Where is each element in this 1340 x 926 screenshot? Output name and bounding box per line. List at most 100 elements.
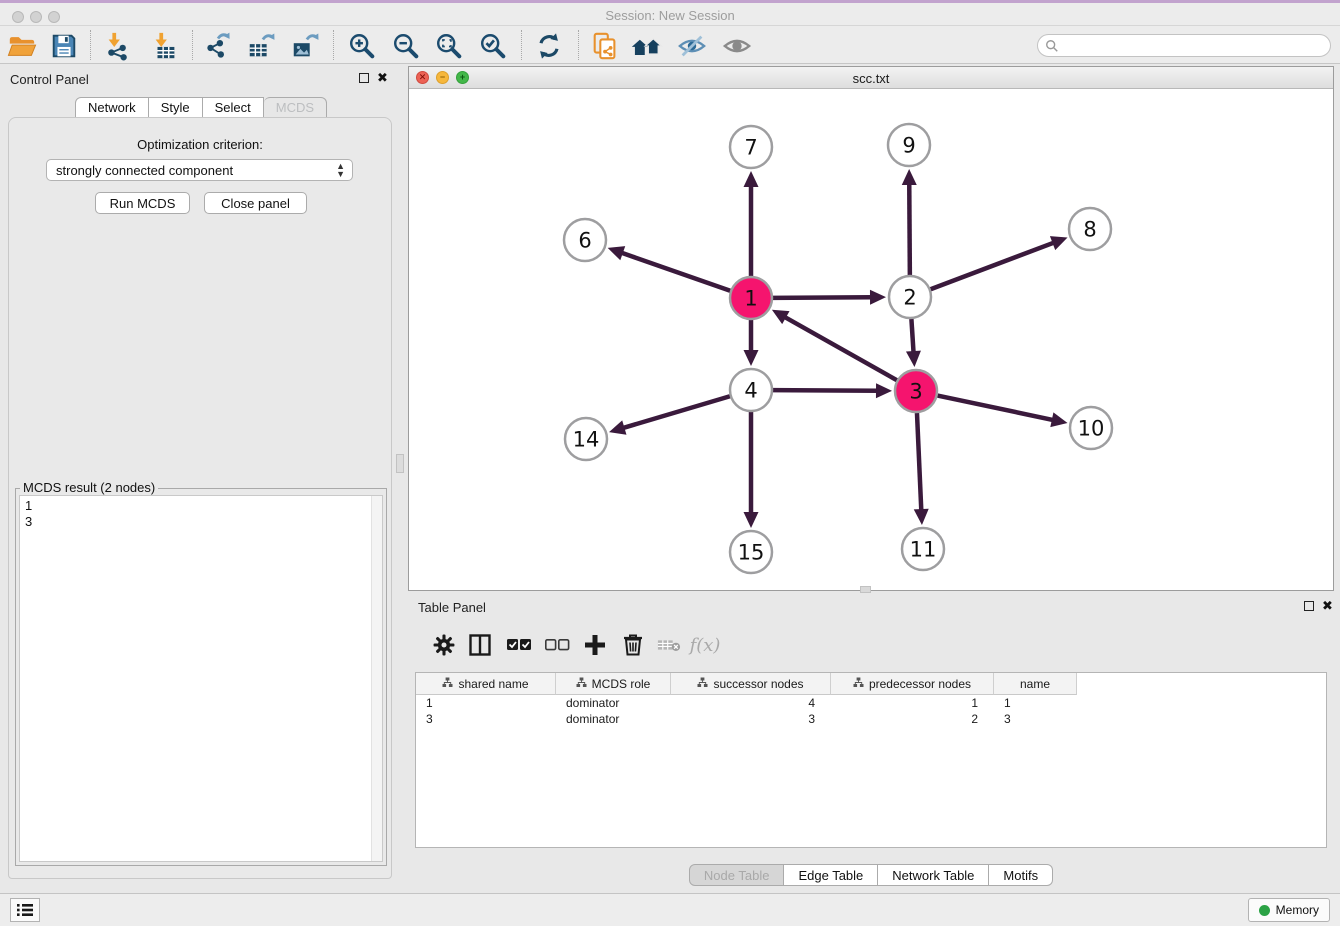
refresh-layout-icon[interactable] [532,29,566,63]
show-columns-icon[interactable] [463,628,497,662]
graph-edge-3-11[interactable] [917,413,921,511]
table-cell[interactable]: dominator [556,711,671,727]
import-network-icon[interactable] [101,29,135,63]
zoom-selected-icon[interactable] [476,29,510,63]
table-cell[interactable]: 2 [831,711,994,727]
result-scrollbar[interactable] [371,496,382,861]
tab-node-table[interactable]: Node Table [689,864,785,886]
graph-edge-arrowhead [744,171,759,187]
add-row-plus-icon[interactable] [578,628,612,662]
graph-edge-1-6[interactable] [621,253,730,291]
column-header-name[interactable]: name [994,673,1077,695]
optimization-criterion-dropdown[interactable]: strongly connected component ▲▼ [46,159,353,181]
zoom-fit-icon[interactable] [432,29,466,63]
function-fx-disabled-icon: f(x) [688,628,722,662]
export-table-icon[interactable] [244,29,278,63]
graph-edge-2-3[interactable] [911,319,913,353]
table-row[interactable]: 1dominator411 [416,695,1326,711]
graph-edge-3-1[interactable] [784,317,897,381]
network-window-titlebar[interactable]: ✕ − + scc.txt [409,67,1333,89]
search-input[interactable] [1063,39,1330,53]
close-table-panel-icon[interactable]: ✖ [1322,598,1333,614]
tab-select[interactable]: Select [203,97,264,118]
zoom-in-icon[interactable] [345,29,379,63]
table-panel-title: Table Panel [418,600,486,615]
search-field[interactable] [1037,34,1331,57]
table-cell[interactable]: 1 [831,695,994,711]
graph-node-label: 14 [573,428,600,452]
list-icon [16,903,34,917]
graph-edge-3-10[interactable] [938,396,1054,421]
table-cell[interactable]: 1 [994,695,1077,711]
table-cell[interactable]: 1 [416,695,556,711]
tab-style[interactable]: Style [149,97,203,118]
table-toolbar: f(x) [416,624,1326,666]
graph-node-10[interactable]: 10 [1070,407,1112,449]
window-title: Session: New Session [0,8,1340,23]
table-cell[interactable]: 3 [994,711,1077,727]
clone-network-icon[interactable] [588,29,622,63]
float-table-panel-icon[interactable] [1304,601,1314,611]
node-table[interactable]: shared nameMCDS rolesuccessor nodesprede… [415,672,1327,848]
graph-node-14[interactable]: 14 [565,418,607,460]
graph-node-15[interactable]: 15 [730,531,772,573]
table-cell[interactable]: 3 [671,711,831,727]
graph-node-7[interactable]: 7 [730,126,772,168]
graph-node-1[interactable]: 1 [730,277,772,319]
delete-trash-icon[interactable] [616,628,650,662]
hide-selected-icon[interactable] [675,29,709,63]
mcds-result-line: 3 [20,514,382,530]
graph-edge-arrowhead [870,290,886,305]
zoom-out-icon[interactable] [389,29,423,63]
import-table-icon[interactable] [148,29,182,63]
graph-edge-1-2[interactable] [773,297,872,298]
save-session-icon[interactable] [47,29,81,63]
graph-node-4[interactable]: 4 [730,369,772,411]
graph-edge-4-14[interactable] [622,396,729,428]
table-row[interactable]: 3dominator323 [416,711,1326,727]
table-panel: Table Panel ✖ [408,591,1334,893]
show-all-networks-icon[interactable] [630,29,664,63]
task-history-button[interactable] [10,898,40,922]
tab-motifs[interactable]: Motifs [989,864,1053,886]
table-settings-gear-icon[interactable] [427,628,461,662]
graph-node-8[interactable]: 8 [1069,208,1111,250]
column-header-MCDS-role[interactable]: MCDS role [556,673,671,695]
column-header-predecessor-nodes[interactable]: predecessor nodes [831,673,994,695]
memory-button[interactable]: Memory [1248,898,1330,922]
export-image-icon[interactable] [288,29,322,63]
mcds-result-textarea[interactable]: 13 [19,495,383,862]
table-cell[interactable]: dominator [556,695,671,711]
tab-network-table[interactable]: Network Table [878,864,989,886]
window-titlebar[interactable]: Session: New Session [0,3,1340,26]
tab-mcds[interactable]: MCDS [264,97,327,118]
tab-edge-table[interactable]: Edge Table [784,864,878,886]
unselect-all-checks-icon[interactable] [540,628,574,662]
graph-node-6[interactable]: 6 [564,219,606,261]
close-panel-icon[interactable]: ✖ [377,70,388,86]
network-graph[interactable]: 7 9 6 8 1 2 4 3 14 10 15 11 [409,89,1333,590]
graph-edge-2-8[interactable] [931,242,1055,289]
table-cell[interactable]: 3 [416,711,556,727]
close-panel-button[interactable]: Close panel [204,192,307,214]
float-panel-icon[interactable] [359,73,369,83]
column-edit-icon [853,677,864,691]
open-session-icon[interactable] [5,29,39,63]
column-header-shared-name[interactable]: shared name [416,673,556,695]
graph-node-2[interactable]: 2 [889,276,931,318]
column-header-successor-nodes[interactable]: successor nodes [671,673,831,695]
graph-edge-4-3[interactable] [773,390,878,391]
show-hidden-icon[interactable] [720,29,754,63]
table-cell[interactable]: 4 [671,695,831,711]
graph-node-3[interactable]: 3 [895,370,937,412]
run-mcds-button[interactable]: Run MCDS [95,192,190,214]
graph-node-11[interactable]: 11 [902,528,944,570]
graph-node-label: 7 [744,136,757,160]
export-network-icon[interactable] [201,29,235,63]
network-canvas[interactable]: 7 9 6 8 1 2 4 3 14 10 15 11 [409,89,1333,590]
graph-edge-2-9[interactable] [909,183,910,275]
vertical-splitter-handle[interactable] [396,454,404,473]
graph-node-9[interactable]: 9 [888,124,930,166]
tab-network[interactable]: Network [75,97,149,118]
select-all-checks-icon[interactable] [502,628,536,662]
